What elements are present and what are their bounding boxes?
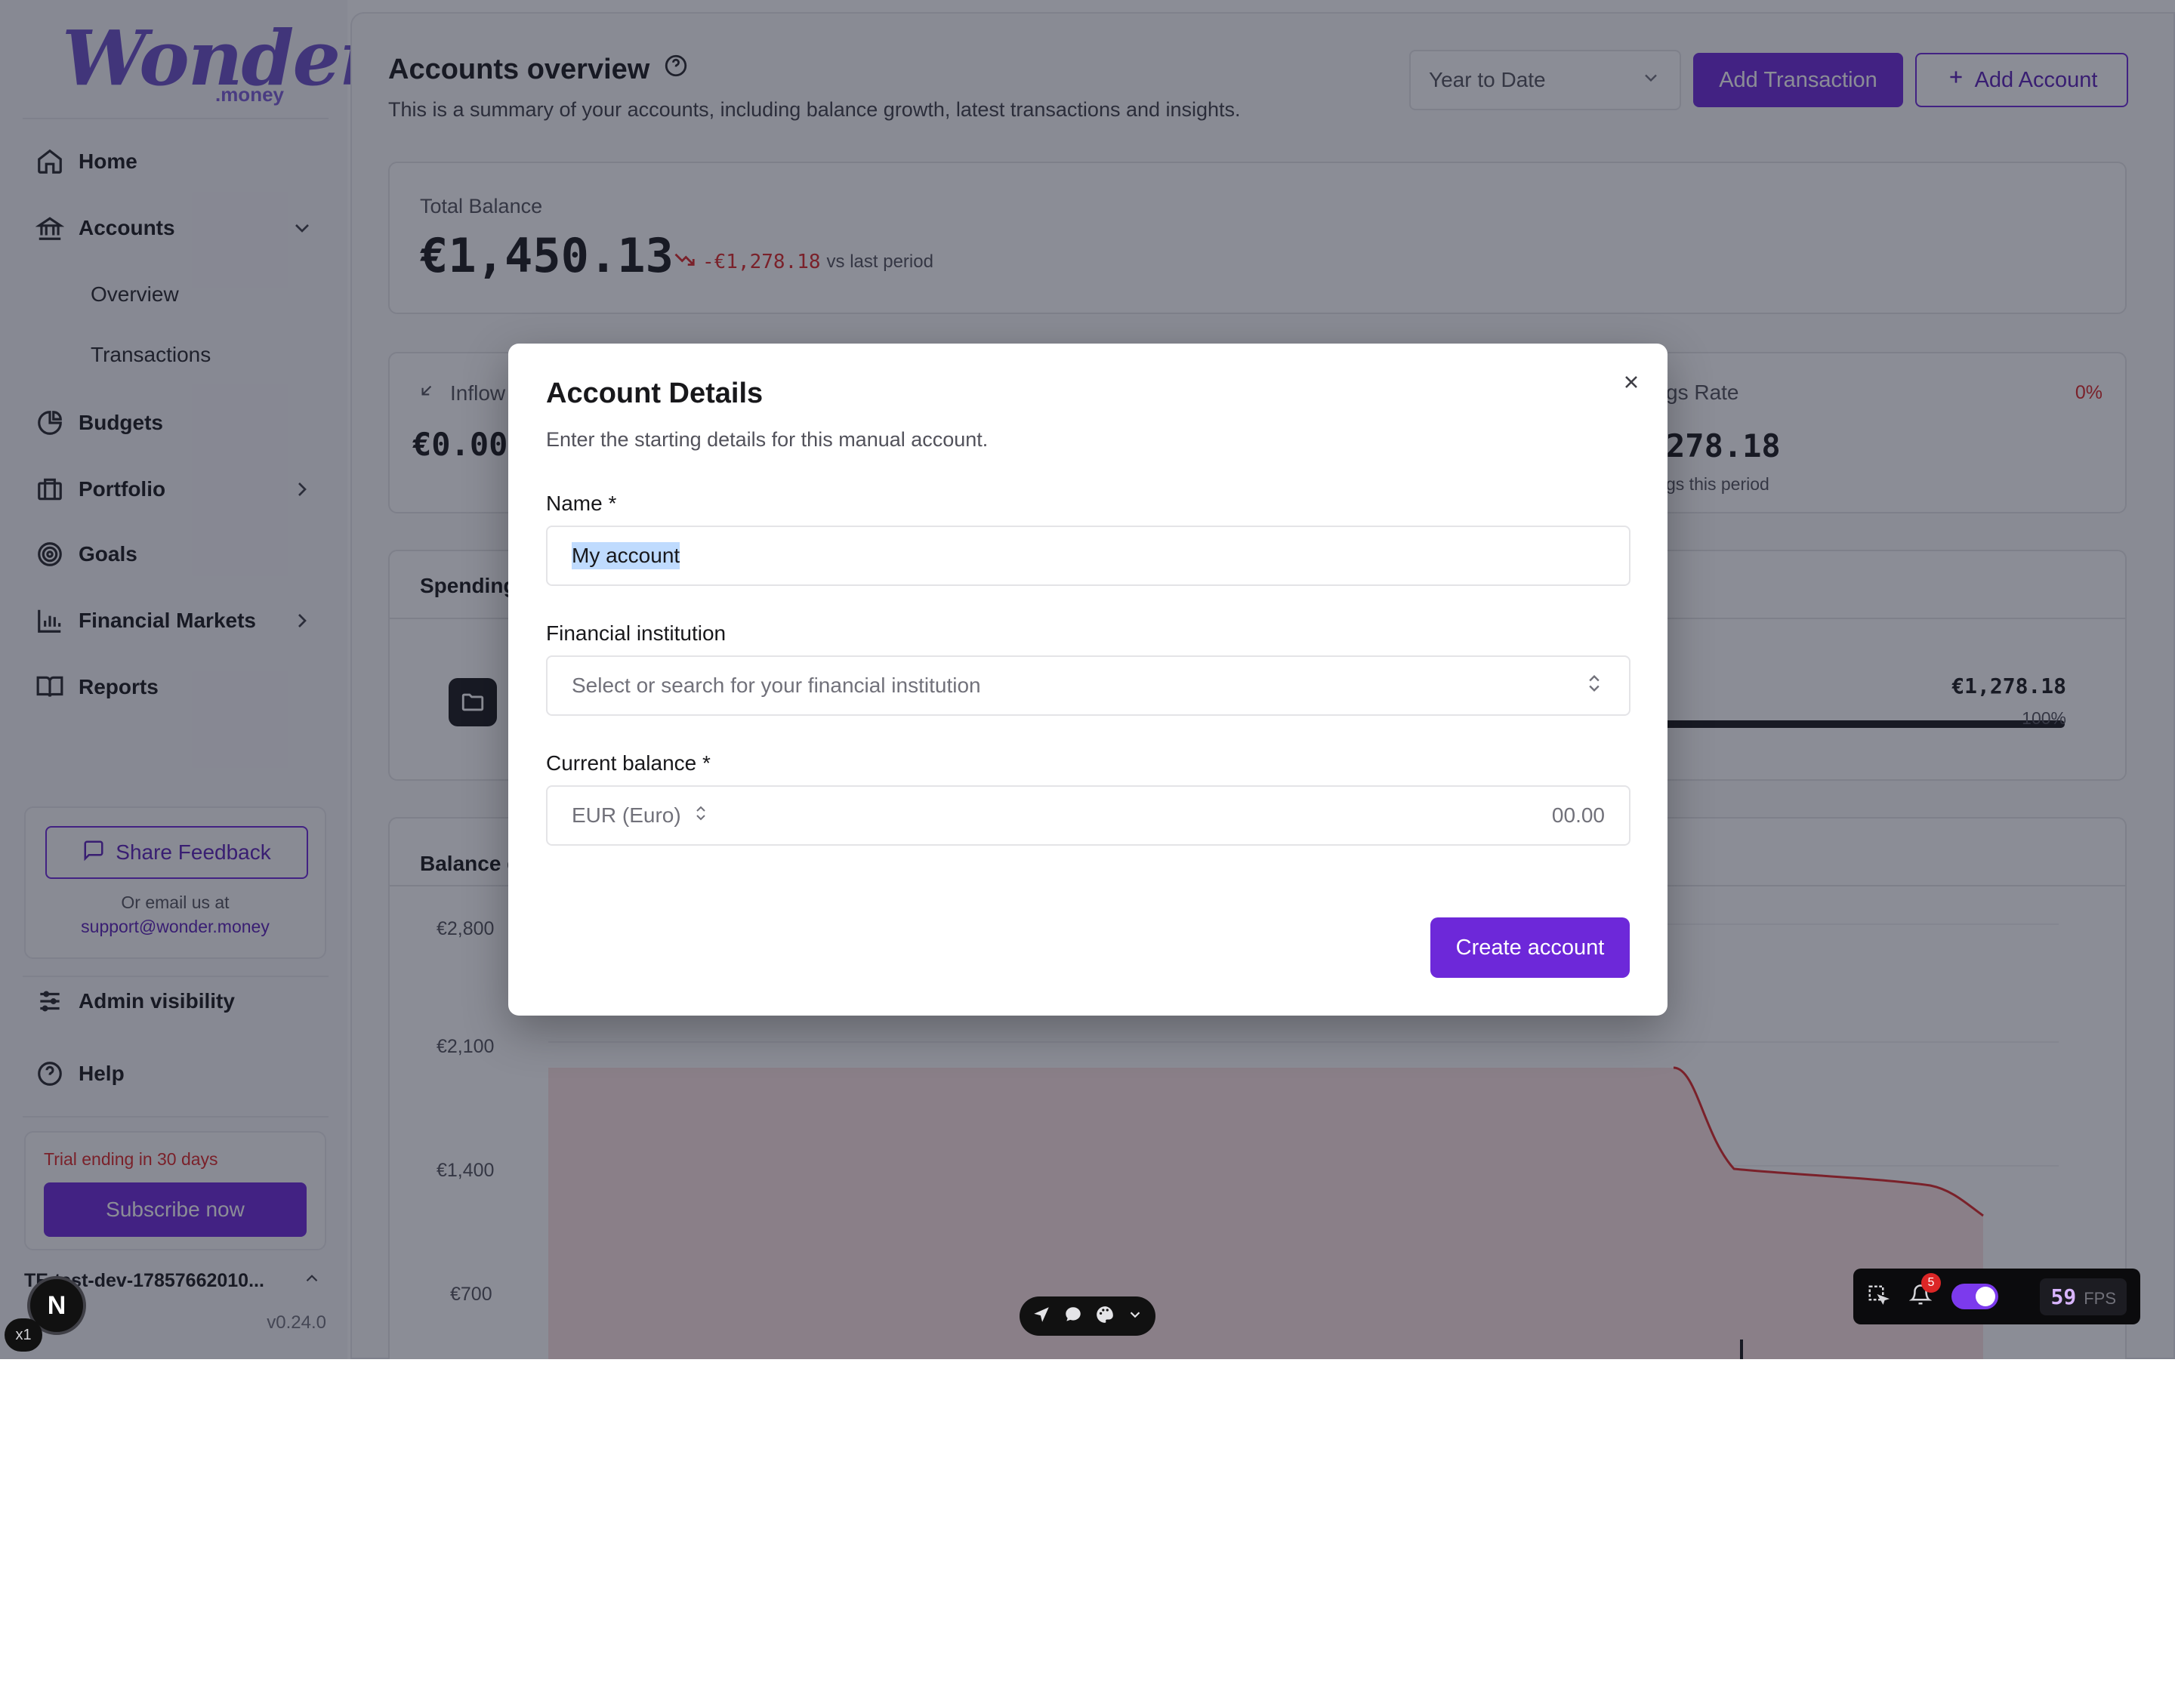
fps-value: 59	[2050, 1284, 2077, 1309]
navigation-icon[interactable]	[1032, 1305, 1051, 1328]
institution-label: Financial institution	[546, 621, 727, 645]
account-name-input[interactable]: My account	[546, 526, 1630, 586]
account-name-value: My account	[572, 542, 680, 569]
devtools-bar: 5 59 FPS	[1853, 1269, 2140, 1324]
account-details-dialog: Account Details Enter the starting detai…	[508, 344, 1668, 1016]
bell-icon	[1908, 1284, 1933, 1309]
comment-icon[interactable]	[1063, 1305, 1083, 1328]
fps-label: FPS	[2084, 1288, 2116, 1308]
name-label: Name *	[546, 492, 617, 515]
fps-meter: 59 FPS	[2040, 1278, 2127, 1315]
dialog-description: Enter the starting details for this manu…	[546, 428, 989, 451]
dialog-title: Account Details	[546, 378, 764, 409]
close-icon[interactable]	[1618, 369, 1644, 395]
chevron-down-icon[interactable]	[1127, 1306, 1143, 1327]
notification-count: 5	[1921, 1272, 1941, 1293]
current-balance-field: EUR (Euro) 00.00	[546, 785, 1630, 846]
create-account-button[interactable]: Create account	[1430, 917, 1630, 978]
institution-select[interactable]: Select or search for your financial inst…	[546, 655, 1630, 716]
app-window: Wonder .money Home Accounts Overview Tra…	[0, 0, 2175, 1359]
devtools-toggle[interactable]	[1951, 1284, 1998, 1309]
zoom-badge[interactable]: x1	[5, 1318, 42, 1352]
chevrons-up-down-icon	[692, 803, 710, 828]
balance-label: Current balance *	[546, 751, 711, 775]
select-element-icon[interactable]	[1867, 1284, 1890, 1310]
chevrons-up-down-icon	[1584, 673, 1605, 699]
notifications-button[interactable]: 5	[1908, 1272, 1941, 1310]
palette-icon[interactable]	[1095, 1305, 1115, 1328]
floating-toolbar	[1020, 1296, 1155, 1336]
currency-select[interactable]: EUR (Euro)	[572, 803, 710, 828]
institution-placeholder: Select or search for your financial inst…	[572, 674, 981, 697]
currency-value: EUR (Euro)	[572, 803, 681, 827]
balance-amount-input[interactable]: 00.00	[1552, 803, 1605, 828]
